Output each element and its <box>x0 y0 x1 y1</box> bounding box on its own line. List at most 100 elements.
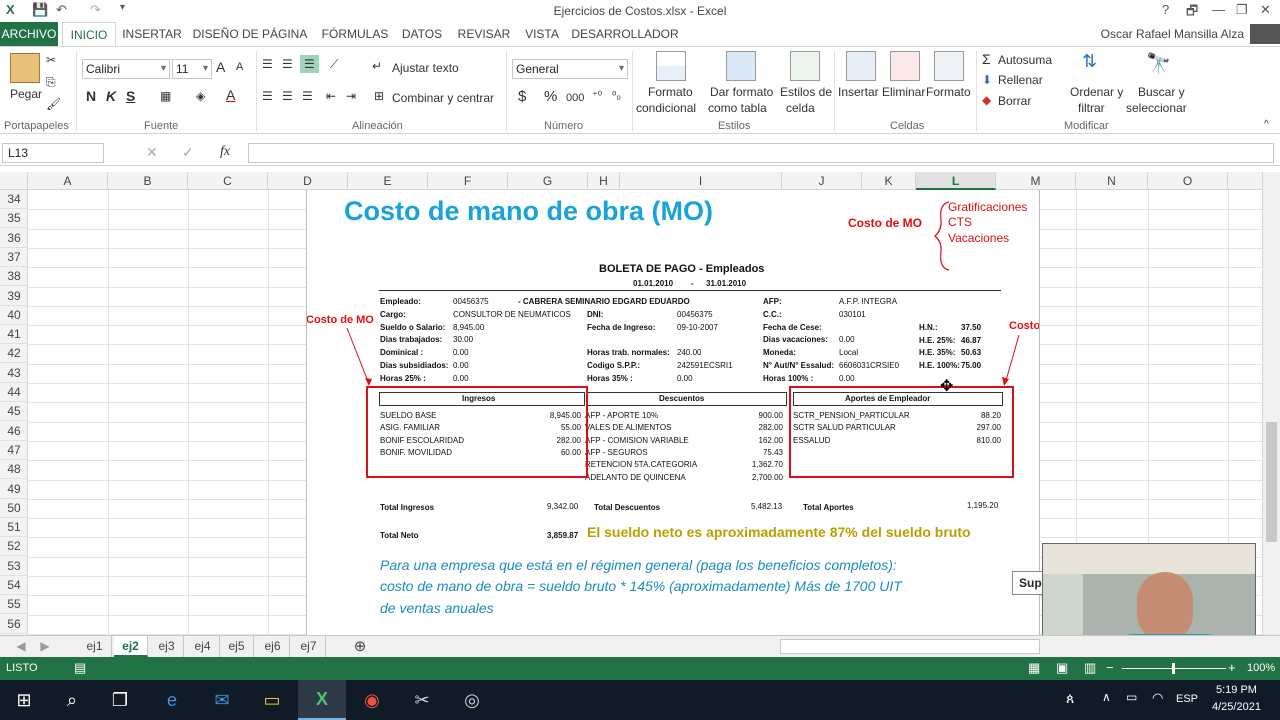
row-header[interactable]: 36 <box>0 229 28 248</box>
format-as-table-label-1[interactable]: Dar formato <box>710 85 773 99</box>
row-header[interactable]: 48 <box>0 460 28 480</box>
battery-icon[interactable]: ▭ <box>1126 690 1137 704</box>
borders-icon[interactable]: ▦ <box>160 89 171 103</box>
normal-view-icon[interactable]: ▦ <box>1028 660 1040 676</box>
row-header[interactable]: 47 <box>0 441 28 460</box>
copy-icon[interactable]: ⎘ <box>46 75 56 90</box>
tab-page-layout[interactable]: DISEÑO DE PÁGINA <box>190 22 310 46</box>
horizontal-scrollbar[interactable] <box>780 639 1040 654</box>
orientation-icon[interactable]: ⟋ <box>330 57 338 72</box>
people-icon[interactable]: ጰ <box>1066 690 1074 707</box>
next-sheet-icon[interactable]: ▶ <box>34 636 56 657</box>
tab-developer[interactable]: DESARROLLADOR <box>570 22 680 46</box>
excel-taskbar-icon[interactable]: X <box>298 680 346 720</box>
chrome-icon[interactable]: ◉ <box>348 680 396 720</box>
sheet-tab-ej2[interactable]: ej2 <box>114 636 148 657</box>
decrease-decimal-icon[interactable]: ⁰₀ <box>612 89 621 102</box>
cell-styles-label-2[interactable]: celda <box>786 101 815 115</box>
zoom-slider-thumb[interactable] <box>1172 663 1175 674</box>
page-layout-view-icon[interactable]: ▣ <box>1056 660 1068 676</box>
clock-date[interactable]: 4/25/2021 <box>1212 701 1261 713</box>
format-as-table-icon[interactable] <box>726 51 756 81</box>
fill-icon[interactable]: ⬇ <box>982 73 992 87</box>
align-left-icon[interactable]: ☰ <box>262 89 273 103</box>
row-header[interactable]: 45 <box>0 402 28 422</box>
tab-insert[interactable]: INSERTAR <box>120 22 184 46</box>
col-header-d[interactable]: D <box>268 172 348 190</box>
col-header-l[interactable]: L <box>916 172 996 190</box>
name-box[interactable]: L13 <box>2 143 104 163</box>
conditional-format-icon[interactable] <box>656 51 686 81</box>
edge-icon[interactable]: e <box>148 680 196 720</box>
row-header[interactable]: 56 <box>0 615 28 634</box>
insert-cells-button[interactable]: Insertar <box>838 85 879 99</box>
font-name-select[interactable]: Calibri <box>82 59 170 79</box>
recording-app-icon[interactable]: ◎ <box>448 680 496 720</box>
page-break-view-icon[interactable]: ▥ <box>1084 660 1096 676</box>
minimize-icon[interactable]: — <box>1212 2 1225 17</box>
file-explorer-icon[interactable]: ▭ <box>248 680 296 720</box>
fill-color-icon[interactable]: ◈ <box>196 89 205 103</box>
thousands-button[interactable]: 000 <box>566 92 584 104</box>
macro-record-icon[interactable]: ▤ <box>74 660 86 676</box>
col-header-e[interactable]: E <box>348 172 428 190</box>
sort-filter-label-1[interactable]: Ordenar y <box>1070 85 1123 99</box>
row-header[interactable]: 38 <box>0 267 28 287</box>
mail-icon[interactable]: ✉ <box>198 680 246 720</box>
align-bottom-icon[interactable]: ☰ <box>300 55 319 73</box>
row-header[interactable]: 40 <box>0 306 28 325</box>
row-header[interactable]: 50 <box>0 499 28 518</box>
merge-center-button[interactable]: Combinar y centrar <box>392 91 494 105</box>
tab-review[interactable]: REVISAR <box>454 22 514 46</box>
prev-sheet-icon[interactable]: ◀ <box>10 636 32 657</box>
increase-decimal-icon[interactable]: ⁺⁰ <box>592 89 602 102</box>
search-icon[interactable]: ⌕ <box>48 680 96 720</box>
align-right-icon[interactable]: ☰ <box>302 89 313 103</box>
col-header-j[interactable]: J <box>782 172 862 190</box>
col-header-h[interactable]: H <box>588 172 620 190</box>
row-header[interactable]: 49 <box>0 480 28 499</box>
merge-center-icon[interactable]: ⊞ <box>374 89 384 103</box>
format-cells-button[interactable]: Formato <box>926 85 971 99</box>
sheet-tab-ej6[interactable]: ej6 <box>256 636 290 657</box>
format-painter-icon[interactable]: 🖌 <box>46 97 61 111</box>
row-header[interactable]: 52 <box>0 537 28 557</box>
grow-font-button[interactable]: A <box>216 59 225 75</box>
enter-icon[interactable]: ✓ <box>182 144 194 161</box>
row-header[interactable]: 37 <box>0 248 28 267</box>
wrap-text-icon[interactable]: ↵ <box>372 59 382 73</box>
row-header[interactable]: 42 <box>0 344 28 364</box>
font-color-icon[interactable]: A <box>226 87 235 103</box>
payslip-picture[interactable]: Costo de mano de obra (MO) Costo de MO G… <box>306 190 1040 635</box>
zoom-out-icon[interactable]: − <box>1106 660 1114 675</box>
insert-cells-icon[interactable] <box>846 51 876 81</box>
number-format-select[interactable]: General <box>512 59 628 79</box>
conditional-format-label-2[interactable]: condicional <box>636 101 696 115</box>
find-select-label-1[interactable]: Buscar y <box>1138 85 1185 99</box>
avatar[interactable] <box>1250 24 1280 44</box>
tab-formulas[interactable]: FÓRMULAS <box>316 22 394 46</box>
cancel-icon[interactable]: ✕ <box>146 144 158 161</box>
row-header[interactable]: 51 <box>0 518 28 538</box>
delete-cells-icon[interactable] <box>890 51 920 81</box>
fill-button[interactable]: Rellenar <box>998 73 1043 87</box>
cell-styles-label-1[interactable]: Estilos de <box>780 85 832 99</box>
close-icon[interactable]: ✕ <box>1260 2 1271 18</box>
row-header[interactable]: 55 <box>0 595 28 615</box>
row-header[interactable]: 41 <box>0 325 28 345</box>
zoom-level[interactable]: 100% <box>1247 662 1275 674</box>
col-header-n[interactable]: N <box>1076 172 1148 190</box>
row-header[interactable]: 39 <box>0 287 28 306</box>
col-header-k[interactable]: K <box>862 172 916 190</box>
currency-button[interactable]: $ <box>518 88 526 105</box>
row-header[interactable]: 46 <box>0 422 28 441</box>
wifi-icon[interactable]: ◠ <box>1152 690 1163 706</box>
conditional-format-label-1[interactable]: Formato <box>648 85 693 99</box>
select-all-corner[interactable] <box>0 172 28 190</box>
sheet-tab-ej5[interactable]: ej5 <box>220 636 254 657</box>
italic-button[interactable]: K <box>106 88 116 104</box>
snipping-tool-icon[interactable]: ✂ <box>398 680 446 720</box>
bold-button[interactable]: N <box>86 88 96 104</box>
align-top-icon[interactable]: ☰ <box>262 57 273 71</box>
help-icon[interactable]: ? <box>1162 2 1169 17</box>
